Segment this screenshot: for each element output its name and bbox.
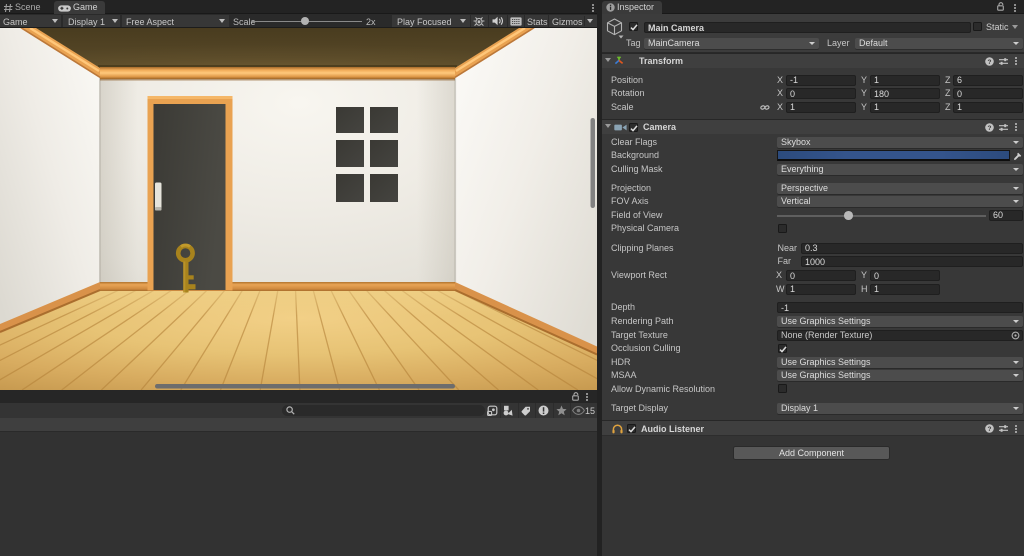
svg-text:?: ?	[988, 426, 992, 433]
svg-text:?: ?	[988, 58, 992, 65]
svg-text:?: ?	[988, 124, 992, 131]
